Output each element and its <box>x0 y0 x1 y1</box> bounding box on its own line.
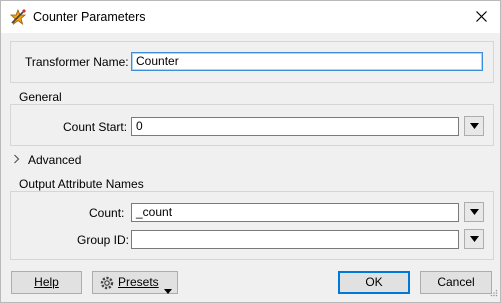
ok-button-label: OK <box>365 275 383 289</box>
count-start-field[interactable]: 0 <box>131 117 459 136</box>
fme-transformer-icon <box>9 8 27 26</box>
close-button[interactable] <box>464 1 500 33</box>
group-id-label: Group ID: <box>77 233 130 247</box>
chevron-right-icon <box>14 154 20 164</box>
presets-button-label: Presets <box>118 275 159 289</box>
output-attribute-names-group <box>10 191 494 260</box>
close-icon <box>476 11 487 22</box>
triangle-down-icon <box>470 123 479 129</box>
transformer-name-field[interactable]: Counter <box>131 52 483 71</box>
counter-parameters-dialog: Counter Parameters Transformer Name: Cou… <box>0 0 501 303</box>
resize-grip-icon[interactable] <box>490 286 498 300</box>
triangle-down-icon <box>470 236 479 242</box>
group-id-dropdown-button[interactable] <box>464 229 484 249</box>
count-label: Count: <box>89 206 125 220</box>
presets-button[interactable]: Presets <box>92 271 178 294</box>
help-button[interactable]: Help <box>11 271 82 294</box>
advanced-expander[interactable] <box>13 153 21 168</box>
triangle-down-icon <box>470 209 479 215</box>
title-bar: Counter Parameters <box>1 1 500 33</box>
ok-button[interactable]: OK <box>338 271 410 294</box>
dropdown-arrow-icon <box>164 280 172 301</box>
help-button-label: Help <box>34 275 59 289</box>
cancel-button[interactable]: Cancel <box>420 271 492 294</box>
cancel-button-label: Cancel <box>437 275 475 289</box>
advanced-label[interactable]: Advanced <box>28 153 81 167</box>
count-field[interactable]: _count <box>131 203 459 222</box>
gear-icon <box>99 275 115 298</box>
count-start-label: Count Start: <box>63 120 128 134</box>
transformer-name-label: Transformer Name: <box>25 55 129 69</box>
window-title: Counter Parameters <box>33 10 146 24</box>
count-start-dropdown-button[interactable] <box>464 116 484 136</box>
group-id-field[interactable] <box>131 230 459 249</box>
count-dropdown-button[interactable] <box>464 202 484 222</box>
output-attribute-names-legend: Output Attribute Names <box>19 177 144 191</box>
general-legend: General <box>19 90 62 104</box>
